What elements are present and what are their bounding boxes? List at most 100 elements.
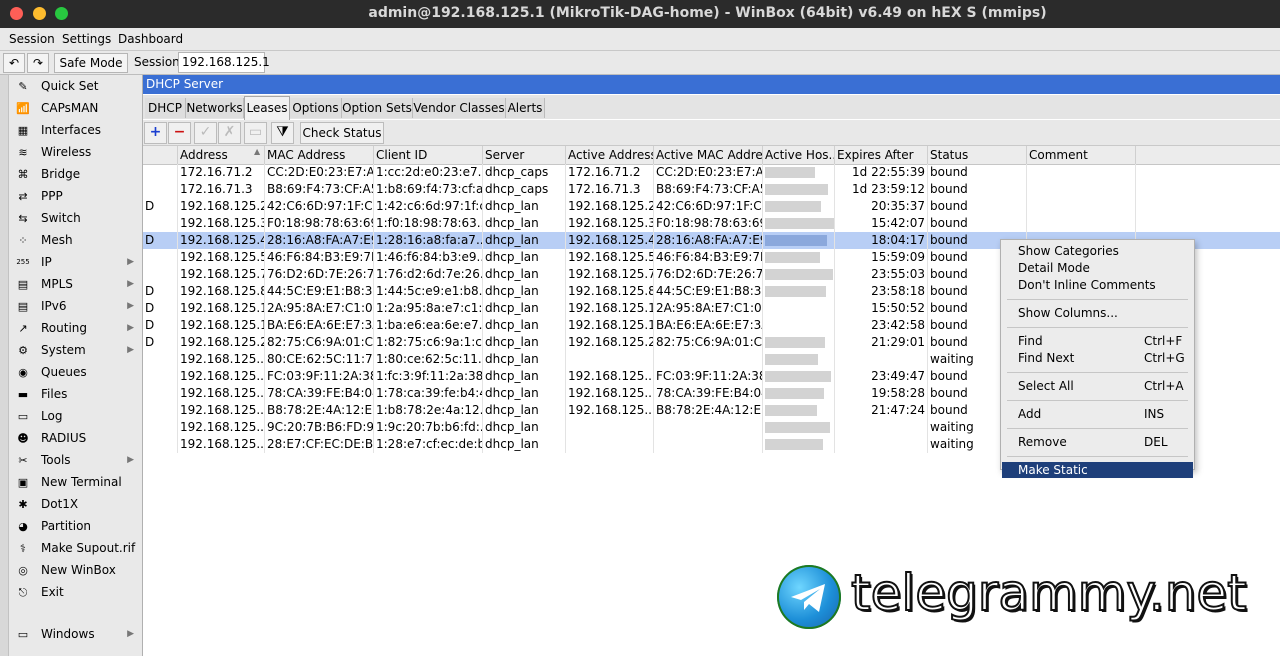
column-header-active_address[interactable]: Active Address [566,146,654,164]
sidebar-item-label: New WinBox [41,563,116,577]
tab-dhcp[interactable]: DHCP [145,98,186,118]
column-header-server[interactable]: Server [483,146,566,164]
ip-icon: 255 [16,258,30,266]
context-item-add[interactable]: Add INS [1002,406,1193,422]
context-item-find-next[interactable]: Find Next Ctrl+G [1002,350,1193,366]
disable-button[interactable]: ✗ [218,122,241,144]
enable-button[interactable]: ✓ [194,122,217,144]
sidebar-item-make-supout-rif[interactable]: ⚕ Make Supout.rif [14,538,138,559]
column-header-mac[interactable]: MAC Address [265,146,374,164]
tab-vendor-classes[interactable]: Vendor Classes [413,98,506,118]
tab-option-sets[interactable]: Option Sets [342,98,413,118]
undo-button[interactable]: ↶ [3,53,25,73]
sidebar-item-interfaces[interactable]: ▦ Interfaces [14,120,138,141]
context-item-find[interactable]: Find Ctrl+F [1002,333,1193,349]
cell-server: dhcp_lan [483,419,566,436]
redo-button[interactable]: ↷ [27,53,49,73]
cell-host [763,215,835,232]
filter-button[interactable]: ⧩ [271,122,294,144]
cell-mac: 44:5C:E9:E1:B8:30 [267,283,374,300]
context-item-show-columns[interactable]: Show Columns... [1002,305,1193,321]
sidebar-item-partition[interactable]: ◕ Partition [14,516,138,537]
safe-mode-button[interactable]: Safe Mode [54,53,128,73]
remove-lease-button[interactable]: − [168,122,191,144]
sidebar-item-queues[interactable]: ◉ Queues [14,362,138,383]
sidebar-item-exit[interactable]: ⎋ Exit [14,582,138,603]
context-item-show-categories[interactable]: Show Categories [1002,243,1193,259]
cell-host [763,334,835,351]
sidebar-item-switch[interactable]: ⇆ Switch [14,208,138,229]
sidebar-item-label: Files [41,387,68,401]
sidebar-item-bridge[interactable]: ⌘ Bridge [14,164,138,185]
cell-client_id: 1:b8:69:f4:73:cf:a5 [376,181,483,198]
comment-button[interactable]: ▭ [244,122,267,144]
sidebar-item-ipv6[interactable]: ▤ IPv6 ▶ [14,296,138,317]
table-row[interactable]: 172.16.71.2 CC:2D:E0:23:E7:AE 1:cc:2d:e0:2… [143,164,1280,181]
cell-flag: D [143,283,178,300]
cell-expires: 23:49:47 [835,368,928,385]
sidebar-item-label: IP [41,255,52,269]
add-lease-button[interactable]: + [144,122,167,144]
session-label: Session: [134,55,184,69]
cell-address: 192.168.125.13 [178,317,265,334]
column-header-status[interactable]: Status [928,146,1027,164]
column-header-host[interactable]: Active Hos... [763,146,835,164]
cell-client_id: 1:78:ca:39:fe:b4:4 [376,385,483,402]
sidebar-item-label: RADIUS [41,431,87,445]
cell-mac: 9C:20:7B:B6:FD:9E [267,419,374,436]
sidebar-item-dot1x[interactable]: ✱ Dot1X [14,494,138,515]
sidebar-item-ppp[interactable]: ⇄ PPP [14,186,138,207]
column-header-comment[interactable]: Comment [1027,146,1136,164]
cell-flag [143,249,178,266]
tab-networks[interactable]: Networks [186,98,244,118]
cell-expires: 15:50:52 [835,300,928,317]
windows-icon: ▭ [17,628,29,641]
cell-expires: 21:29:01 [835,334,928,351]
cell-active_address: 192.168.125.13 [568,317,654,334]
sidebar-item-system[interactable]: ⚙ System ▶ [14,340,138,361]
column-header-address[interactable]: Address [178,146,265,164]
context-item-remove[interactable]: Remove DEL [1002,434,1193,450]
context-item-detail-mode[interactable]: Detail Mode [1002,260,1193,276]
cell-expires: 15:59:09 [835,249,928,266]
context-item-shortcut: DEL [1144,435,1168,449]
tab-alerts[interactable]: Alerts [506,98,545,118]
context-item-make-static[interactable]: Make Static [1002,462,1193,478]
session-field[interactable]: 192.168.125.1 [178,52,270,73]
sidebar-item-files[interactable]: ▬ Files [14,384,138,405]
cell-status: bound [928,215,1027,232]
menu-dashboard[interactable]: Dashboard [118,32,183,46]
sidebar-item-radius[interactable]: ☻ RADIUS [14,428,138,449]
column-header-active_mac[interactable]: Active MAC Address [654,146,763,164]
sidebar-item-mesh[interactable]: ⁘ Mesh [14,230,138,251]
sidebar-item-capsman[interactable]: 📶 CAPsMAN [14,98,138,119]
menu-separator [1007,299,1188,300]
sidebar-item-wireless[interactable]: ≋ Wireless [14,142,138,163]
tab-options[interactable]: Options [290,98,342,118]
cell-client_id: 1:28:16:a8:fa:a7... [376,232,483,249]
sidebar-item-label: MPLS [41,277,73,291]
sidebar-item-ip[interactable]: 255 IP ▶ [14,252,138,273]
sidebar-item-tools[interactable]: ✂ Tools ▶ [14,450,138,471]
column-header-client_id[interactable]: Client ID [374,146,483,164]
cell-address: 192.168.125.... [180,368,265,385]
sidebar-item-mpls[interactable]: ▤ MPLS ▶ [14,274,138,295]
table-row[interactable]: 192.168.125.3 F0:18:98:78:63:69 1:f0:18:98… [143,215,1280,232]
sidebar-item-new-terminal[interactable]: ▣ New Terminal [14,472,138,493]
window-title-bar: admin@192.168.125.1 (MikroTik-DAG-home) … [0,0,1280,28]
column-header-expires[interactable]: Expires After [835,146,928,164]
column-header-flag[interactable] [143,146,178,164]
sidebar-item-new-winbox[interactable]: ◎ New WinBox [14,560,138,581]
menu-settings[interactable]: Settings [62,32,111,46]
table-row[interactable]: D 192.168.125.2 42:C6:6D:97:1F:CB 1:42:c6:6… [143,198,1280,215]
table-row[interactable]: 172.16.71.3 B8:69:F4:73:CF:A5 1:b8:69:f4:7… [143,181,1280,198]
tab-leases[interactable]: Leases [244,96,290,120]
menu-session[interactable]: Session [9,32,55,46]
sidebar-item-log[interactable]: ▭ Log [14,406,138,427]
sidebar-item-quick-set[interactable]: ✎ Quick Set [14,76,138,97]
sidebar-item-routing[interactable]: ↗ Routing ▶ [14,318,138,339]
check-status-button[interactable]: Check Status [300,122,384,144]
context-item-select-all[interactable]: Select All Ctrl+A [1002,378,1193,394]
context-item-don-t-inline-comments[interactable]: Don't Inline Comments [1002,277,1193,293]
sidebar-item-windows[interactable]: ▭ Windows ▶ [14,624,138,645]
